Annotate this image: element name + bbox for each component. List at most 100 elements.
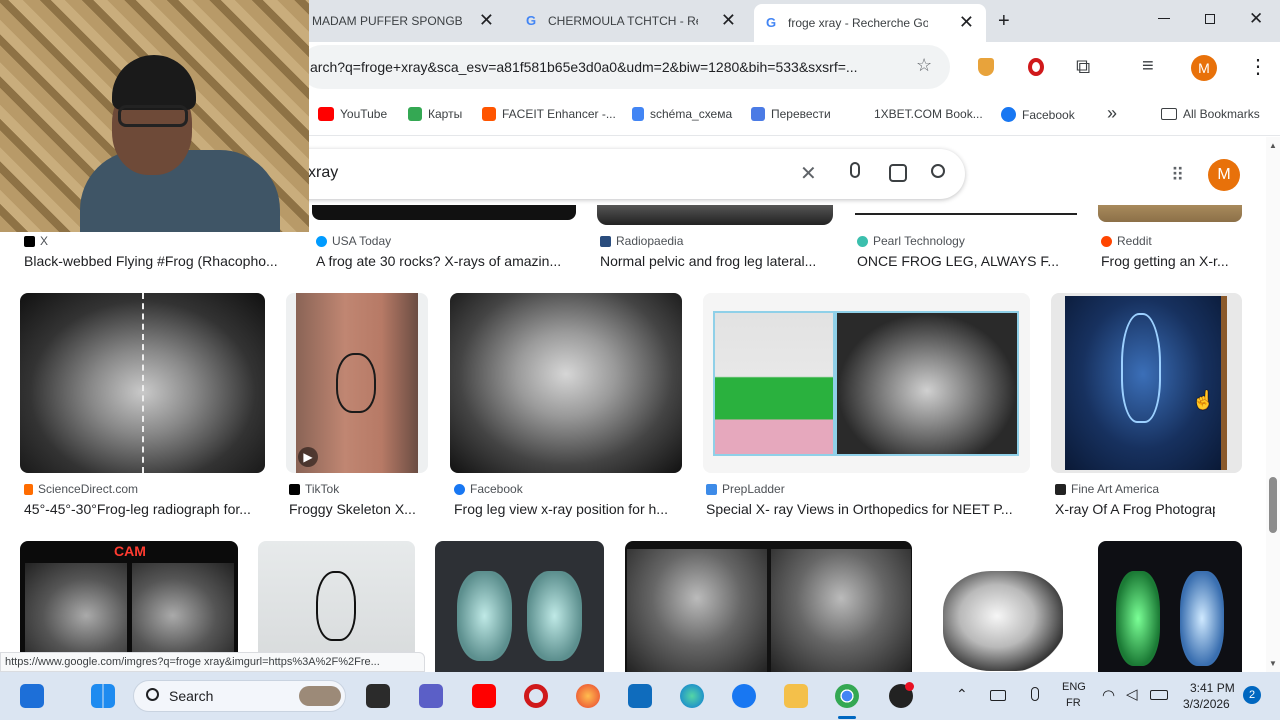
bookmark-1xbet[interactable]: 1XBET.COM Book... [874,107,983,121]
glass-frog-right [527,571,582,661]
page-scrollbar[interactable]: ▲ ▼ [1266,137,1280,672]
result-image[interactable] [312,205,576,220]
youtube-icon[interactable] [472,684,496,708]
menu-dots-icon[interactable]: ⋮ [1248,54,1268,79]
close-icon[interactable]: ✕ [721,11,736,29]
lang-fr[interactable]: FR [1066,697,1081,709]
scroll-down-icon[interactable]: ▼ [1269,659,1277,668]
result-source[interactable]: TikTok [289,482,339,496]
mic-icon[interactable] [1031,687,1039,701]
all-bookmarks[interactable]: All Bookmarks [1161,107,1260,121]
tab-chermoula[interactable]: G CHERMOULA TCHTCH - Rec ✕ [524,6,746,36]
scrollbar-thumb[interactable] [1269,477,1277,533]
bookmark-translate[interactable]: Перевести [751,107,831,121]
result-title[interactable]: Frog leg view x-ray position for h... [454,501,682,517]
file-explorer-dark-icon[interactable] [366,684,390,708]
result-image[interactable] [450,293,682,473]
result-title[interactable]: ONCE FROG LEG, ALWAYS F... [857,253,1075,269]
search-box[interactable]: xray ✕ [280,149,965,199]
result-source[interactable]: Pearl Technology [857,234,965,248]
teams-icon[interactable] [419,684,443,708]
result-title[interactable]: Black-webbed Flying #Frog (Rhacopho... [24,253,294,269]
extension-shield-icon[interactable] [978,58,994,76]
chrome-icon[interactable] [835,684,859,708]
account-avatar[interactable]: M [1208,159,1240,191]
result-title[interactable]: Froggy Skeleton X... [289,501,429,517]
restore-icon[interactable] [1205,14,1215,24]
result-source[interactable]: USA Today [316,234,391,248]
result-image[interactable] [1098,205,1242,222]
new-tab-icon[interactable]: + [998,10,1010,33]
battery-icon[interactable] [1150,690,1168,700]
tab-froge-xray[interactable]: G froge xray - Recherche Goog ✕ [754,4,986,42]
result-title[interactable]: Frog getting an X-r... [1101,253,1241,269]
lens-icon[interactable] [889,164,907,182]
result-image[interactable] [1051,293,1242,473]
volume-icon[interactable]: ◁ [1126,685,1138,703]
result-source[interactable]: X [24,234,48,248]
puzzle-extensions-icon[interactable]: ⧉ [1076,56,1090,79]
media-control-icon[interactable]: ≡ [1142,55,1154,78]
minimize-icon[interactable] [1158,18,1170,19]
result-source[interactable]: Reddit [1101,234,1152,248]
result-image[interactable] [855,205,1077,215]
search-query[interactable]: xray [308,164,338,182]
result-image[interactable] [703,293,1030,473]
bookmark-facebook[interactable]: Facebook [1001,107,1075,122]
result-title[interactable]: Normal pelvic and frog leg lateral... [600,253,834,269]
address-bar[interactable]: arch?q=froge+xray&sca_esv=a81f581b65e3d0… [300,45,950,89]
result-title[interactable]: X-ray Of A Frog Photograp... [1055,501,1215,517]
star-icon[interactable]: ☆ [916,55,932,76]
result-image[interactable] [435,541,604,672]
store-icon[interactable] [628,684,652,708]
result-source[interactable]: Fine Art America [1055,482,1159,496]
close-icon[interactable]: ✕ [479,11,494,29]
close-window-icon[interactable]: ✕ [1249,9,1263,29]
firefox-icon[interactable] [576,684,600,708]
mic-icon[interactable] [850,162,860,178]
apps-grid-icon[interactable]: ⠿ [1171,165,1184,186]
tab-madam-puffer[interactable]: MADAM PUFFER SPONGBOB ✕ [312,6,502,36]
opera-icon[interactable] [524,684,548,708]
facebook-icon[interactable] [732,684,756,708]
taskbar-search[interactable]: Search [133,680,346,712]
search-icon[interactable] [931,164,945,178]
bookmark-maps[interactable]: Карты [408,107,462,121]
result-image[interactable]: ▶ [286,293,428,473]
profile-avatar[interactable]: M [1191,55,1217,81]
more-bookmarks-icon[interactable]: » [1107,103,1117,124]
opera-icon[interactable] [1028,58,1044,76]
result-source[interactable]: Facebook [454,482,523,496]
bookmark-faceit[interactable]: FACEIT Enhancer -... [482,107,616,121]
close-icon[interactable]: ✕ [959,13,974,31]
bookmark-youtube[interactable]: YouTube [318,107,387,121]
keyboard-icon[interactable] [990,690,1006,701]
glasses [118,105,188,127]
clock-time[interactable]: 3:41 PM [1190,681,1235,695]
result-title[interactable]: 45°-45°-30°Frog-leg radiograph for... [24,501,266,517]
result-image[interactable] [597,205,833,225]
result-source[interactable]: ScienceDirect.com [24,482,138,496]
bookmark-schema[interactable]: schéma_схема [632,107,732,121]
scroll-up-icon[interactable]: ▲ [1269,141,1277,150]
edge-icon[interactable] [680,684,704,708]
lang-eng[interactable]: ENG [1062,681,1086,693]
clock-date[interactable]: 3/3/2026 [1183,697,1230,711]
result-title[interactable]: A frog ate 30 rocks? X-rays of amazin... [316,253,578,269]
start-icon[interactable] [91,684,115,708]
result-source[interactable]: Radiopaedia [600,234,683,248]
result-image[interactable] [625,541,912,672]
result-title[interactable]: Special X- ray Views in Orthopedics for … [706,501,1030,517]
folder-icon[interactable] [784,684,808,708]
result-source[interactable]: PrepLadder [706,482,785,496]
widgets-icon[interactable] [20,684,44,708]
clear-icon[interactable]: ✕ [800,161,817,186]
bookmark-label: YouTube [340,107,388,121]
result-image[interactable] [1098,541,1242,672]
wifi-icon[interactable]: ◠ [1102,686,1115,704]
url-text[interactable]: arch?q=froge+xray&sca_esv=a81f581b65e3d0… [310,59,905,75]
chevron-up-icon[interactable]: ⌃ [956,686,968,703]
notification-badge[interactable]: 2 [1243,686,1261,704]
result-image[interactable] [933,541,1078,672]
result-image[interactable] [20,293,265,473]
